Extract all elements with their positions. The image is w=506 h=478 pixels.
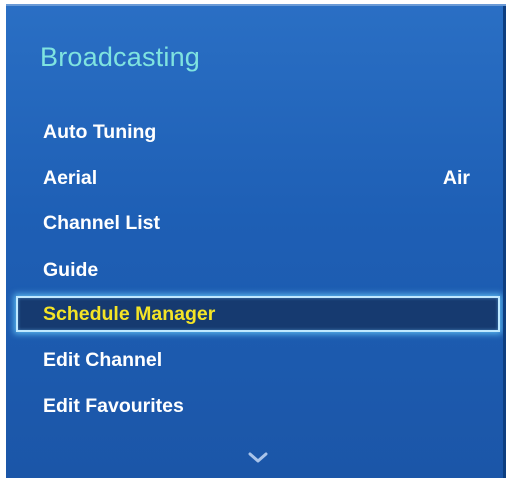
broadcasting-menu-panel: Broadcasting Auto Tuning Aerial Air Chan… (6, 4, 506, 478)
aerial-value: Air (442, 167, 470, 189)
menu-item-label: Guide (43, 259, 99, 281)
menu-item-label: Aerial (43, 167, 98, 189)
menu-item-edit-favourites[interactable]: Edit Favourites (16, 388, 500, 424)
menu-item-label: Auto Tuning (43, 121, 157, 143)
menu-item-label: Edit Favourites (43, 395, 184, 417)
menu-item-label: Edit Channel (43, 349, 163, 371)
menu-item-aerial[interactable]: Aerial Air (16, 160, 500, 196)
menu-title: Broadcasting (40, 42, 200, 72)
menu-item-edit-channel[interactable]: Edit Channel (16, 342, 500, 378)
chevron-down-icon[interactable] (246, 451, 270, 465)
menu-item-label: Channel List (43, 212, 161, 234)
menu-item-auto-tuning[interactable]: Auto Tuning (16, 114, 500, 150)
menu-item-schedule-manager[interactable]: Schedule Manager (16, 296, 500, 332)
menu-item-channel-list[interactable]: Channel List (16, 205, 500, 241)
menu-item-guide[interactable]: Guide (16, 252, 500, 288)
menu-item-label: Schedule Manager (43, 303, 216, 325)
